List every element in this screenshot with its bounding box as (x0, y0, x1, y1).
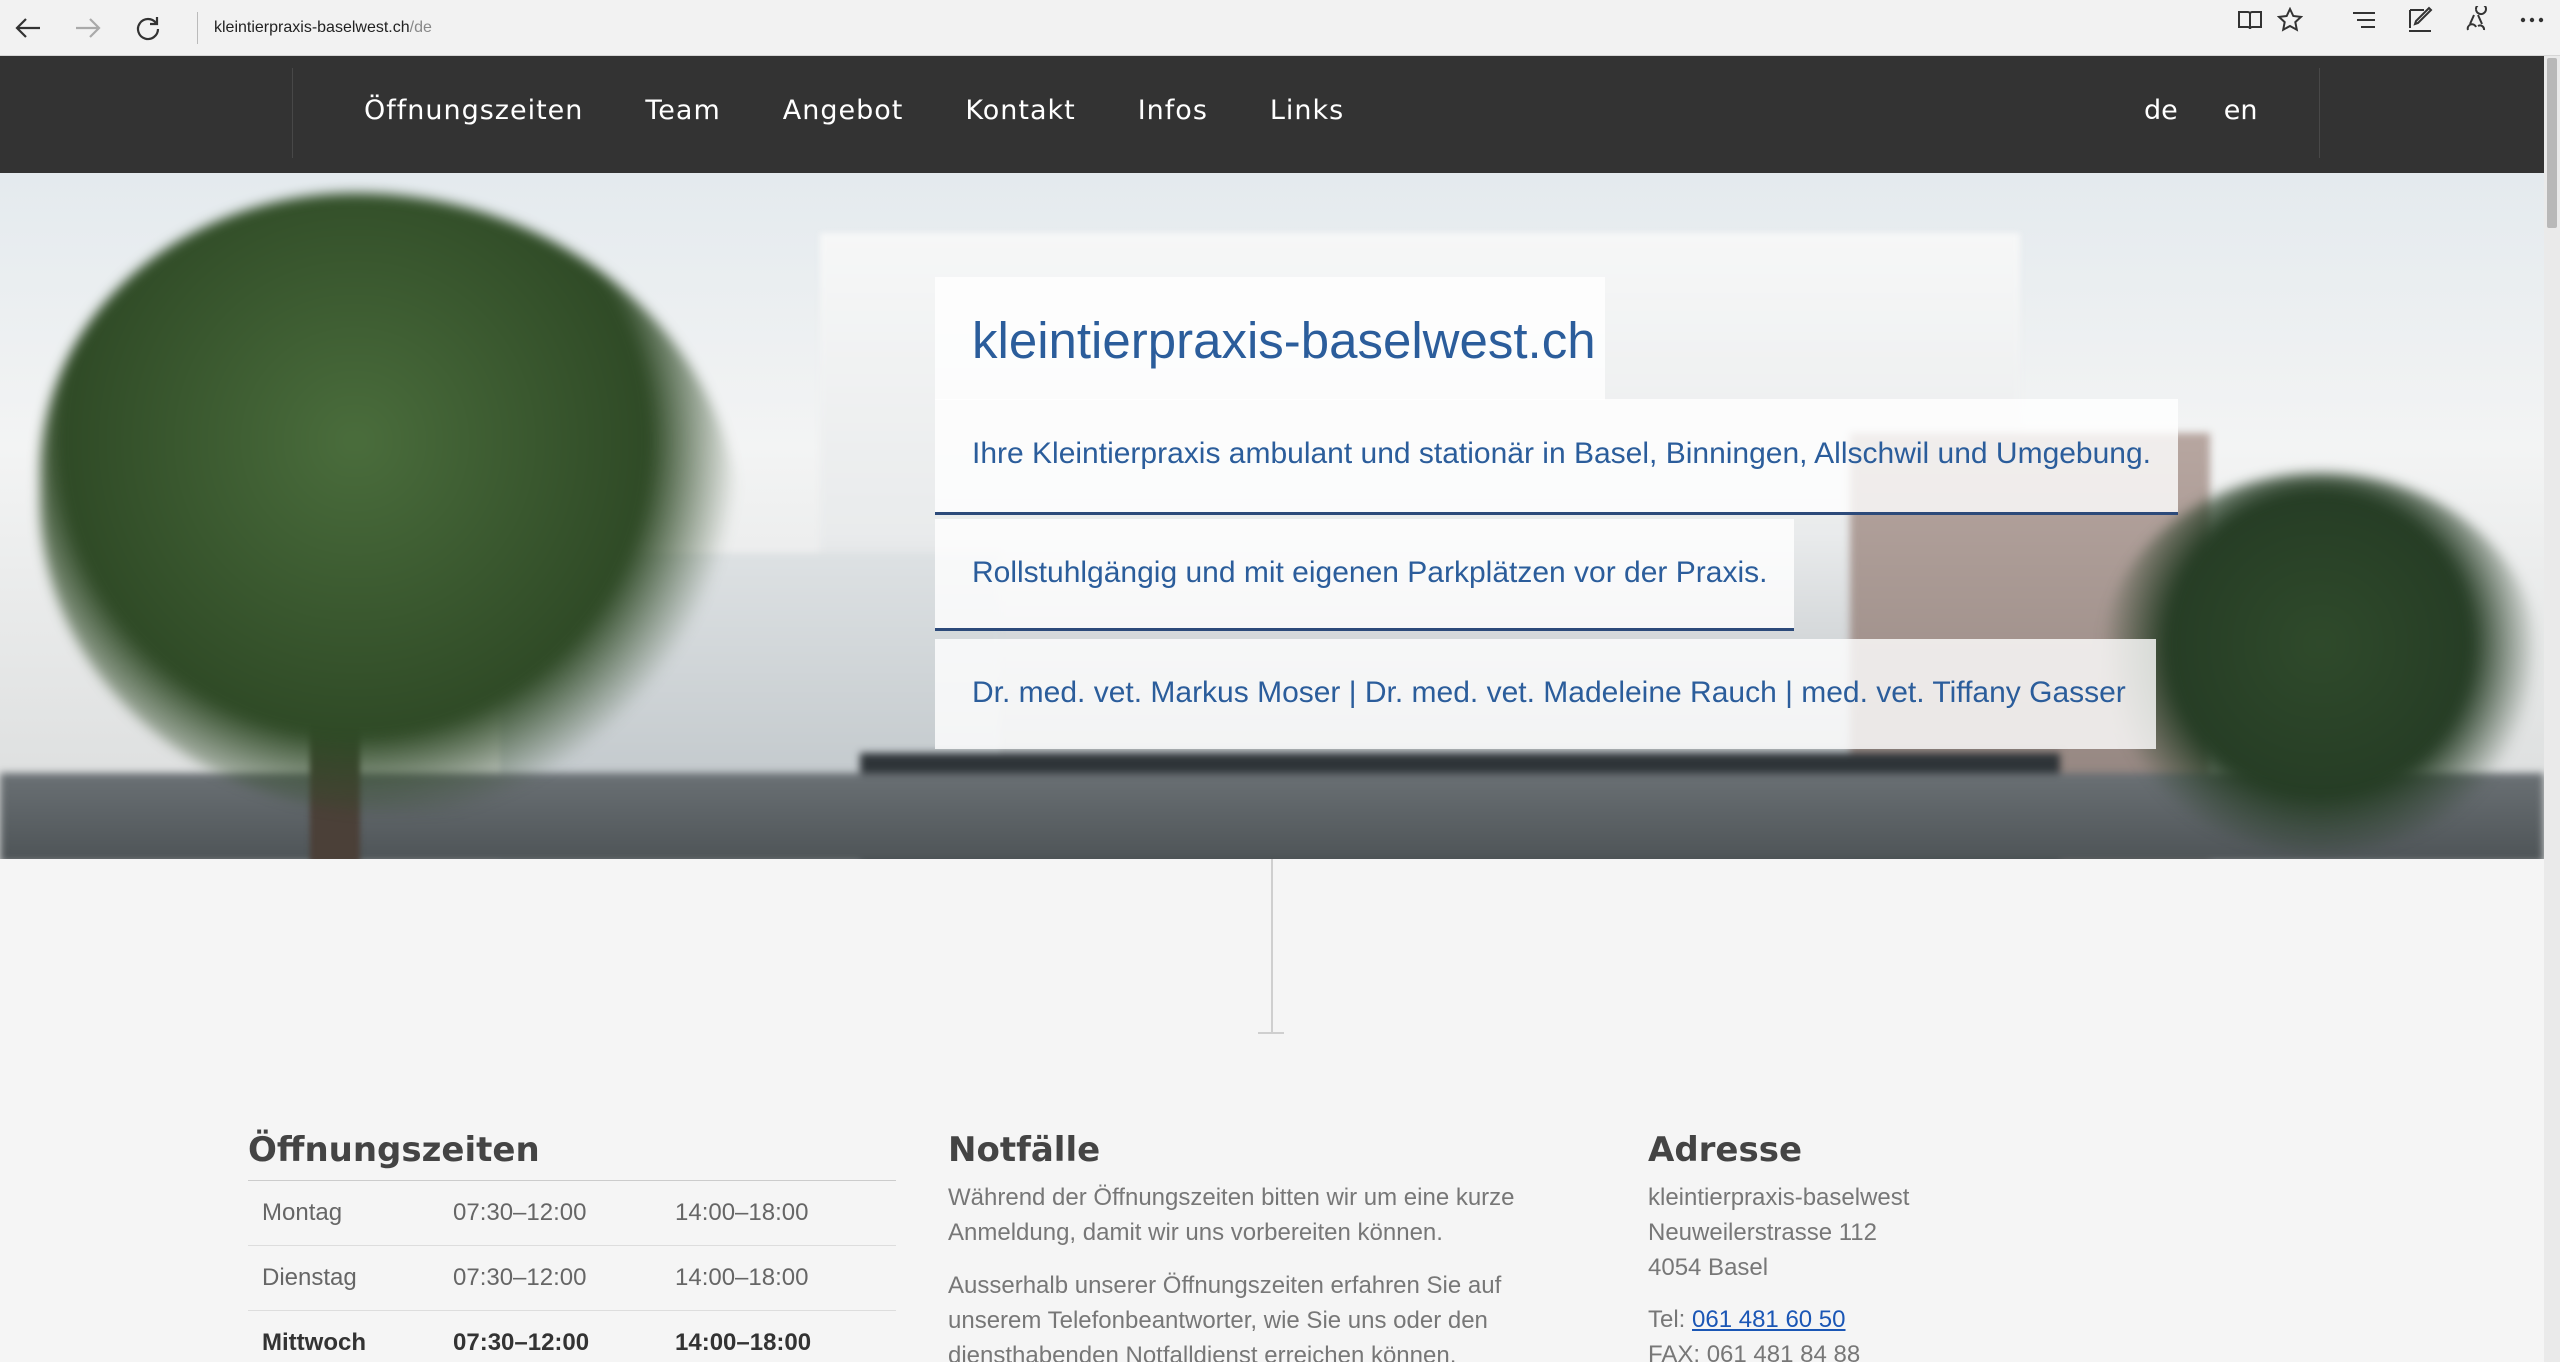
emergency-heading: Notfälle (948, 1130, 1101, 1170)
hub-icon[interactable] (2344, 0, 2384, 40)
scrollbar-thumb[interactable] (2547, 58, 2557, 228)
more-icon[interactable] (2512, 0, 2552, 40)
site-navigation: Öffnungszeiten Team Angebot Kontakt Info… (0, 56, 2544, 173)
emergency-section: Notfälle Während der Öffnungszeiten bitt… (948, 1130, 1548, 1362)
phone-link[interactable]: 061 481 60 50 (1692, 1306, 1845, 1333)
day-cell: Montag (262, 1199, 343, 1226)
emergency-paragraph-1: Während der Öffnungszeiten bitten wir um… (948, 1184, 1515, 1246)
language-switcher: de en (2144, 91, 2303, 131)
nav-divider-right (2319, 68, 2320, 158)
main-menu: Öffnungszeiten Team Angebot Kontakt Info… (364, 91, 1406, 131)
nav-infos[interactable]: Infos (1138, 91, 1208, 131)
back-icon[interactable] (8, 8, 48, 48)
nav-angebot[interactable]: Angebot (783, 91, 904, 131)
nav-team[interactable]: Team (645, 91, 720, 131)
hero-line-box-2: Rollstuhlgängig und mit eigenen Parkplät… (935, 519, 1794, 631)
hero-line-2: Rollstuhlgängig und mit eigenen Parkplät… (972, 556, 1768, 589)
browser-toolbar: kleintierpraxis-baselwest.ch/de (0, 0, 2560, 56)
phone-label: Tel: (1648, 1306, 1693, 1333)
day-cell: Dienstag (262, 1264, 357, 1291)
address-city: 4054 Basel (1648, 1254, 1769, 1281)
morning-cell: 07:30–12:00 (453, 1329, 590, 1356)
hero-photo-tree-right (2100, 473, 2540, 853)
reading-view-icon[interactable] (2230, 0, 2270, 40)
opening-hours-table: Montag 07:30–12:00 14:00–18:00 Dienstag … (248, 1180, 896, 1362)
hero-title: kleintierpraxis-baselwest.ch (972, 312, 1596, 369)
hero-line-box-1: Ihre Kleintierpraxis ambulant und statio… (935, 399, 2178, 515)
address-name: kleintierpraxis-baselwest (1648, 1184, 1910, 1211)
share-icon[interactable] (2456, 0, 2496, 40)
forward-icon[interactable] (68, 8, 108, 48)
address-section: Adresse kleintierpraxis-baselwest Neuwei… (1648, 1130, 2248, 1362)
afternoon-cell: 14:00–18:00 (675, 1264, 809, 1291)
lang-en[interactable]: en (2224, 91, 2258, 131)
url-path: /de (409, 19, 432, 36)
nav-oeffnungszeiten[interactable]: Öffnungszeiten (364, 91, 583, 131)
afternoon-cell: 14:00–18:00 (675, 1199, 809, 1226)
table-row-today: Mittwoch 07:30–12:00 14:00–18:00 (248, 1311, 896, 1362)
morning-cell: 07:30–12:00 (453, 1199, 587, 1226)
opening-hours-section: Öffnungszeiten Montag 07:30–12:00 14:00–… (248, 1130, 898, 1362)
lang-de[interactable]: de (2144, 91, 2178, 131)
hero-title-box: kleintierpraxis-baselwest.ch (935, 277, 1605, 400)
nav-kontakt[interactable]: Kontakt (965, 91, 1075, 131)
day-cell: Mittwoch (262, 1329, 366, 1356)
hero-line-1: Ihre Kleintierpraxis ambulant und statio… (972, 437, 2152, 470)
afternoon-cell: 14:00–18:00 (675, 1329, 812, 1356)
address-bar[interactable]: kleintierpraxis-baselwest.ch/de (197, 12, 432, 44)
section-separator-foot (1258, 1032, 1284, 1034)
fax-line: FAX: 061 481 84 88 (1648, 1341, 1861, 1362)
table-row: Dienstag 07:30–12:00 14:00–18:00 (248, 1246, 896, 1311)
morning-cell: 07:30–12:00 (453, 1264, 587, 1291)
page-scrollbar[interactable] (2544, 56, 2560, 1362)
hero-line-3: Dr. med. vet. Markus Moser | Dr. med. ve… (972, 676, 2126, 709)
hero-banner: kleintierpraxis-baselwest.ch Ihre Kleint… (0, 173, 2544, 859)
web-note-icon[interactable] (2400, 0, 2440, 40)
refresh-icon[interactable] (128, 8, 168, 48)
address-street: Neuweilerstrasse 112 (1648, 1219, 1877, 1246)
favorite-star-icon[interactable] (2270, 0, 2310, 40)
section-separator-line (1271, 859, 1273, 1033)
nav-divider-left (292, 68, 293, 158)
emergency-paragraph-2: Ausserhalb unserer Öffnungszeiten erfahr… (948, 1272, 1502, 1362)
opening-hours-heading: Öffnungszeiten (248, 1130, 540, 1170)
address-heading: Adresse (1648, 1130, 1803, 1170)
address-block: kleintierpraxis-baselwest Neuweilerstras… (1648, 1180, 2248, 1285)
phone-line: Tel: 061 481 60 50 FAX: 061 481 84 88 (1648, 1302, 2248, 1362)
table-row: Montag 07:30–12:00 14:00–18:00 (248, 1181, 896, 1246)
url-host: kleintierpraxis-baselwest.ch (214, 19, 410, 36)
nav-links[interactable]: Links (1270, 91, 1344, 131)
hero-line-box-3: Dr. med. vet. Markus Moser | Dr. med. ve… (935, 639, 2156, 749)
